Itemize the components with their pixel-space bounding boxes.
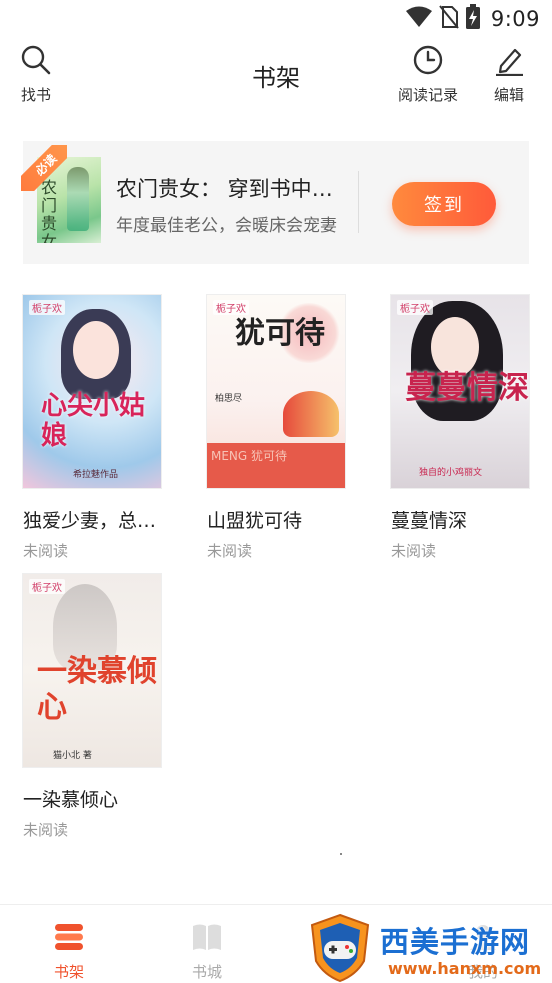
edit-label: 编辑	[493, 86, 524, 104]
nav-tab-bookshelf[interactable]: 书架	[29, 923, 109, 982]
open-book-icon	[191, 923, 223, 955]
divider	[358, 171, 359, 233]
status-icons: 9:09	[405, 4, 540, 34]
book-cover[interactable]: 栀子欢 一染慕倾心 猫小北 著	[23, 574, 161, 767]
nav-tab-bookstore[interactable]: 书城	[167, 923, 247, 982]
decorative-dot	[340, 853, 342, 855]
wifi-icon	[405, 6, 433, 32]
publisher-logo: 栀子欢	[29, 300, 65, 315]
book-cover[interactable]: 栀子欢 犹可待 柏思尽 MENG 犹可待	[207, 295, 345, 488]
bookshelf-icon	[53, 923, 85, 955]
status-time: 9:09	[490, 7, 540, 31]
book-title: 山盟犹可待	[207, 510, 303, 532]
book-read-status: 未阅读	[23, 542, 69, 560]
book-item[interactable]: 栀子欢 犹可待 柏思尽 MENG 犹可待 山盟犹可待 未阅读	[207, 295, 347, 561]
must-read-ribbon: 必读	[21, 145, 67, 191]
book-item[interactable]: 栀子欢 一染慕倾心 猫小北 著 一染慕倾心 未阅读	[23, 574, 163, 840]
recommend-banner[interactable]: 农门贵女 必读 农门贵女： 穿到书中来当女主 年度最佳老公，会暖床会宠妻 签到	[21, 141, 529, 264]
battery-charging-icon	[465, 4, 481, 34]
cover-author-text: 猫小北 著	[53, 751, 92, 761]
watermark-text: 西美手游网	[380, 925, 531, 959]
book-title: 独爱少妻，总裁的心尖小姑娘	[23, 510, 163, 532]
recommend-book-title[interactable]: 农门贵女： 穿到书中来当女主	[116, 173, 352, 203]
cover-title-text: 犹可待	[235, 316, 325, 351]
checkin-button[interactable]: 签到	[392, 182, 496, 226]
watermark-url: www.hanxm.com	[388, 959, 542, 978]
header: 找书 书架 阅读记录 编辑	[0, 44, 552, 108]
gamepad-shield-icon	[308, 913, 372, 983]
publisher-logo: 栀子欢	[397, 300, 433, 315]
publisher-logo: 栀子欢	[213, 300, 249, 315]
book-read-status: 未阅读	[391, 542, 437, 560]
reading-history-button[interactable]: 阅读记录	[398, 44, 458, 105]
clock-icon	[412, 44, 444, 80]
cover-author-text: 柏思尽	[215, 394, 243, 404]
cover-figure	[73, 321, 119, 379]
cover-figure	[431, 317, 479, 377]
nav-label-bookshelf: 书架	[53, 963, 84, 981]
cover-band-text: MENG 犹可待	[207, 443, 345, 488]
reading-history-label: 阅读记录	[398, 86, 459, 104]
pencil-icon	[493, 44, 525, 80]
cover-fan	[283, 391, 339, 437]
book-cover[interactable]: 栀子欢 心尖小姑娘 希拉魅作品	[23, 295, 161, 488]
book-cover[interactable]: 栀子欢 蔓蔓情深 独自的小鸡丽文	[391, 295, 529, 488]
book-item[interactable]: 栀子欢 心尖小姑娘 希拉魅作品 独爱少妻，总裁的心尖小姑娘 未阅读	[23, 295, 163, 561]
book-item[interactable]: 栀子欢 蔓蔓情深 独自的小鸡丽文 蔓蔓情深 未阅读	[391, 295, 531, 561]
cover-author-text: 希拉魅作品	[73, 470, 119, 480]
no-sim-icon	[439, 5, 459, 33]
cover-author-text: 独自的小鸡丽文	[419, 468, 483, 478]
recommend-book-subtitle: 年度最佳老公，会暖床会宠妻	[116, 216, 337, 236]
publisher-logo: 栀子欢	[29, 579, 65, 594]
book-title: 蔓蔓情深	[391, 510, 468, 532]
cover-title-text: 心尖小姑娘	[41, 391, 146, 451]
page-title: 书架	[252, 64, 300, 92]
nav-label-bookstore: 书城	[191, 963, 222, 981]
book-read-status: 未阅读	[207, 542, 253, 560]
cover-title-text: 一染慕倾心	[37, 654, 157, 725]
book-read-status: 未阅读	[23, 821, 69, 839]
book-title: 一染慕倾心	[23, 789, 119, 811]
status-bar: 9:09	[0, 0, 552, 38]
edit-button[interactable]: 编辑	[493, 44, 525, 105]
cover-title-text: 蔓蔓情深	[405, 370, 529, 406]
watermark: 西美手游网 www.hanxm.com	[308, 913, 552, 983]
must-read-label: 必读	[21, 145, 67, 191]
